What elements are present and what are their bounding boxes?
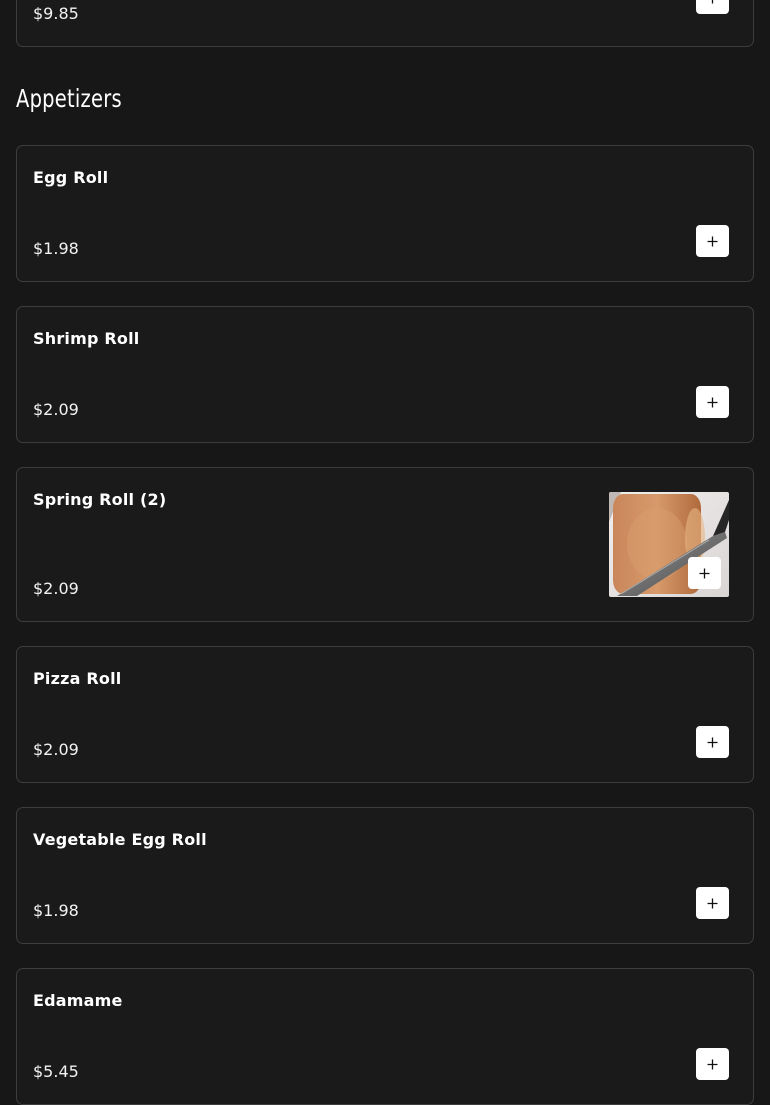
item-name: Egg Roll [33, 168, 109, 187]
menu-item-card[interactable]: $9.85 [16, 0, 754, 47]
add-item-button[interactable] [696, 386, 729, 418]
plus-icon [707, 898, 718, 908]
menu-item-card[interactable]: Edamame $5.45 [16, 968, 754, 1105]
add-item-button[interactable] [696, 0, 729, 14]
add-item-button[interactable] [696, 726, 729, 758]
item-name: Pizza Roll [33, 669, 122, 688]
menu-item-card[interactable]: Shrimp Roll $2.09 [16, 306, 754, 443]
item-name: Vegetable Egg Roll [33, 830, 207, 849]
item-name: Spring Roll (2) [33, 490, 167, 509]
item-name: Shrimp Roll [33, 329, 140, 348]
add-item-button[interactable] [688, 557, 721, 589]
plus-icon [711, 0, 714, 3]
plus-icon [699, 568, 710, 578]
item-price: $1.98 [33, 901, 79, 920]
item-price: $2.09 [33, 579, 79, 598]
item-price: $1.98 [33, 239, 79, 258]
menu-item-card[interactable]: Egg Roll $1.98 [16, 145, 754, 282]
menu-item-card[interactable]: Spring Roll (2) $2.09 [16, 467, 754, 622]
item-name: Edamame [33, 991, 123, 1010]
item-price: $9.85 [33, 4, 79, 23]
menu-item-card[interactable]: Pizza Roll $2.09 [16, 646, 754, 783]
add-item-button[interactable] [696, 1048, 729, 1080]
menu-item-card[interactable]: Vegetable Egg Roll $1.98 [16, 807, 754, 944]
menu-page: $9.85 Appetizers Egg Roll $1.98 Shrimp R… [0, 0, 770, 1105]
add-item-button[interactable] [696, 225, 729, 257]
plus-icon [707, 737, 718, 747]
item-price: $2.09 [33, 400, 79, 419]
plus-icon [707, 236, 718, 246]
plus-icon [707, 1059, 718, 1069]
item-price: $2.09 [33, 740, 79, 759]
section-title: Appetizers [16, 84, 122, 113]
plus-icon [707, 397, 718, 407]
item-price: $5.45 [33, 1062, 79, 1081]
add-item-button[interactable] [696, 887, 729, 919]
